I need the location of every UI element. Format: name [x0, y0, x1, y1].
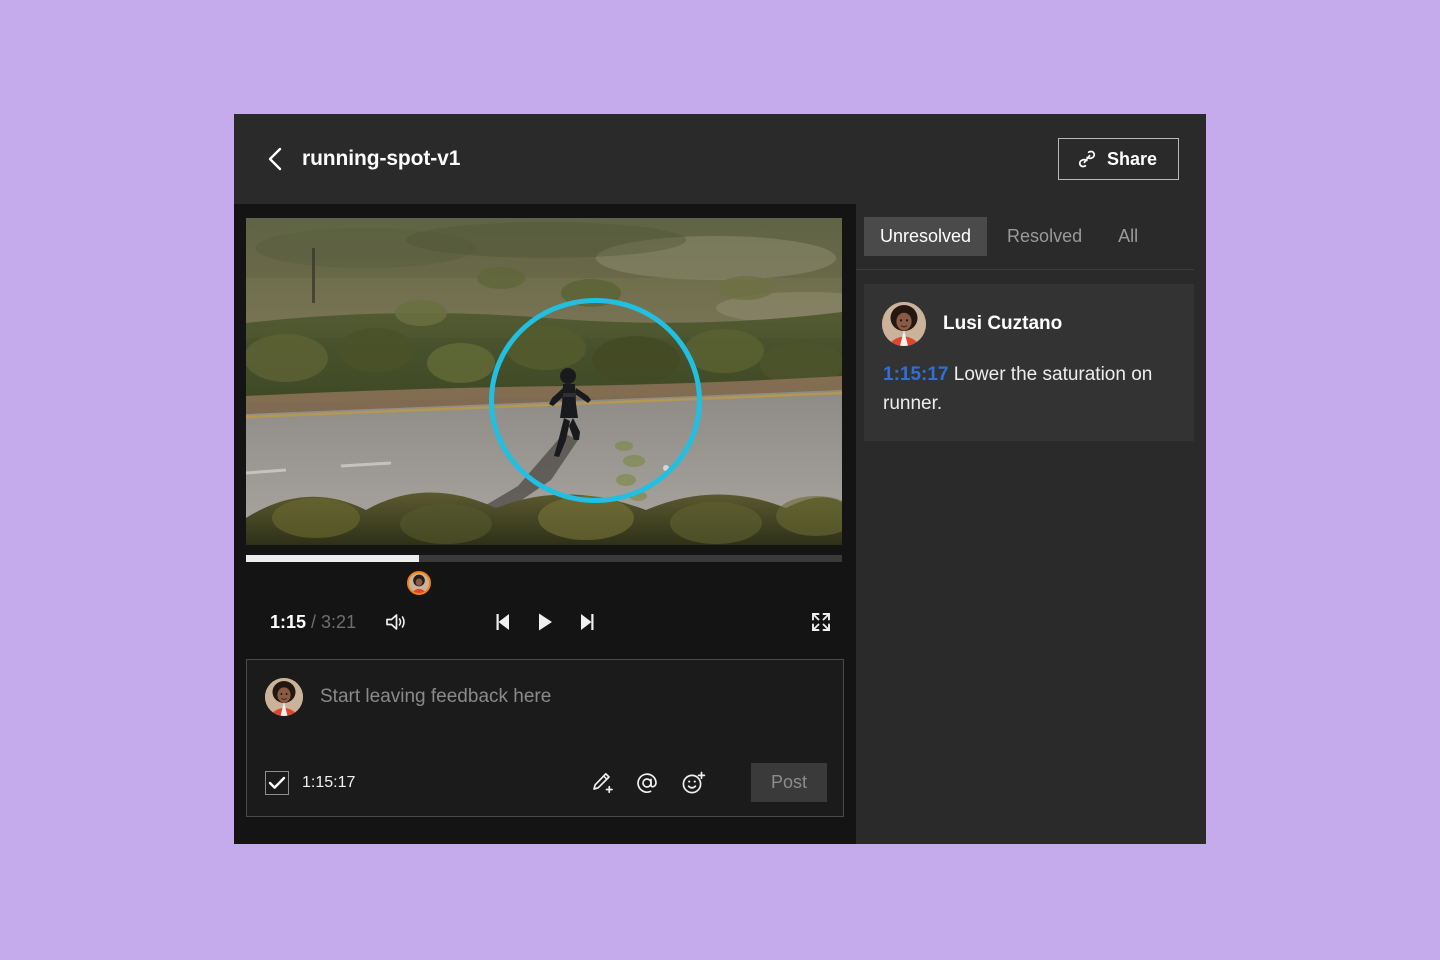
- share-button[interactable]: Share: [1058, 138, 1179, 180]
- timeline-comment-marker[interactable]: [407, 571, 431, 595]
- composer-top-row: [265, 678, 827, 716]
- next-frame-icon: [576, 612, 596, 632]
- composer-bottom-row: 1:15:17: [265, 763, 827, 802]
- play-icon: [536, 612, 554, 632]
- comments-pane: UnresolvedResolvedAll Lusi Cuztano 1:15:1…: [856, 204, 1206, 844]
- comment-author: Lusi Cuztano: [943, 313, 1062, 335]
- feedback-input[interactable]: [320, 686, 827, 708]
- timestamp-label: 1:15:17: [302, 774, 355, 792]
- comment-timestamp-link[interactable]: 1:15:17: [883, 364, 949, 385]
- total-time: 3:21: [321, 612, 356, 633]
- post-button[interactable]: Post: [751, 763, 827, 802]
- tab-unresolved[interactable]: Unresolved: [864, 217, 987, 256]
- player-pane: 1:15 / 3:21: [234, 204, 856, 844]
- volume-on-icon: [384, 611, 408, 633]
- time-separator: /: [311, 612, 316, 633]
- avatar-image: [265, 678, 303, 716]
- emoji-button[interactable]: [681, 771, 707, 795]
- back-button[interactable]: [262, 144, 288, 174]
- pencil-plus-icon: [589, 771, 613, 795]
- next-frame-button[interactable]: [576, 612, 596, 632]
- comment-avatar: [882, 302, 926, 346]
- scrubber-area: [246, 555, 844, 601]
- chevron-left-icon: [268, 147, 282, 171]
- player-controls: 1:15 / 3:21: [246, 601, 844, 643]
- tab-all[interactable]: All: [1102, 217, 1154, 256]
- smiley-plus-icon: [681, 771, 707, 795]
- video-frame: [246, 218, 842, 545]
- fullscreen-icon: [810, 611, 832, 633]
- marker-avatar-image: [409, 573, 429, 593]
- progress-track[interactable]: [246, 555, 842, 562]
- draw-annotation-button[interactable]: [589, 771, 613, 795]
- progress-fill: [246, 555, 419, 562]
- fullscreen-button[interactable]: [810, 611, 832, 633]
- at-sign-icon: [635, 771, 659, 795]
- tab-resolved[interactable]: Resolved: [991, 217, 1098, 256]
- page-title: running-spot-v1: [302, 147, 460, 171]
- avatar-image: [882, 302, 926, 346]
- previous-frame-button[interactable]: [494, 612, 514, 632]
- current-time: 1:15: [270, 612, 306, 633]
- comment-filter-tabs: UnresolvedResolvedAll: [856, 204, 1194, 270]
- share-button-label: Share: [1107, 149, 1157, 170]
- timestamp-checkbox[interactable]: 1:15:17: [265, 771, 355, 795]
- composer-tools: Post: [589, 763, 827, 802]
- comment-composer: 1:15:17: [246, 659, 844, 817]
- comment-card[interactable]: Lusi Cuztano 1:15:17 Lower the saturation…: [864, 284, 1194, 441]
- comment-header: Lusi Cuztano: [882, 302, 1174, 346]
- app-header: running-spot-v1 Share: [234, 114, 1206, 204]
- window-body: 1:15 / 3:21: [234, 204, 1206, 844]
- comment-body: 1:15:17 Lower the saturation on runner.: [883, 360, 1174, 419]
- composer-avatar: [265, 678, 303, 716]
- video-player[interactable]: [246, 218, 842, 545]
- checkbox-box: [265, 771, 289, 795]
- link-chain-icon: [1077, 148, 1097, 170]
- video-review-window: running-spot-v1 Share: [234, 114, 1206, 844]
- checkmark-icon: [268, 776, 286, 790]
- volume-button[interactable]: [384, 611, 408, 633]
- previous-frame-icon: [494, 612, 514, 632]
- comment-list: Lusi Cuztano 1:15:17 Lower the saturation…: [856, 270, 1194, 441]
- play-button[interactable]: [536, 612, 554, 632]
- mention-button[interactable]: [635, 771, 659, 795]
